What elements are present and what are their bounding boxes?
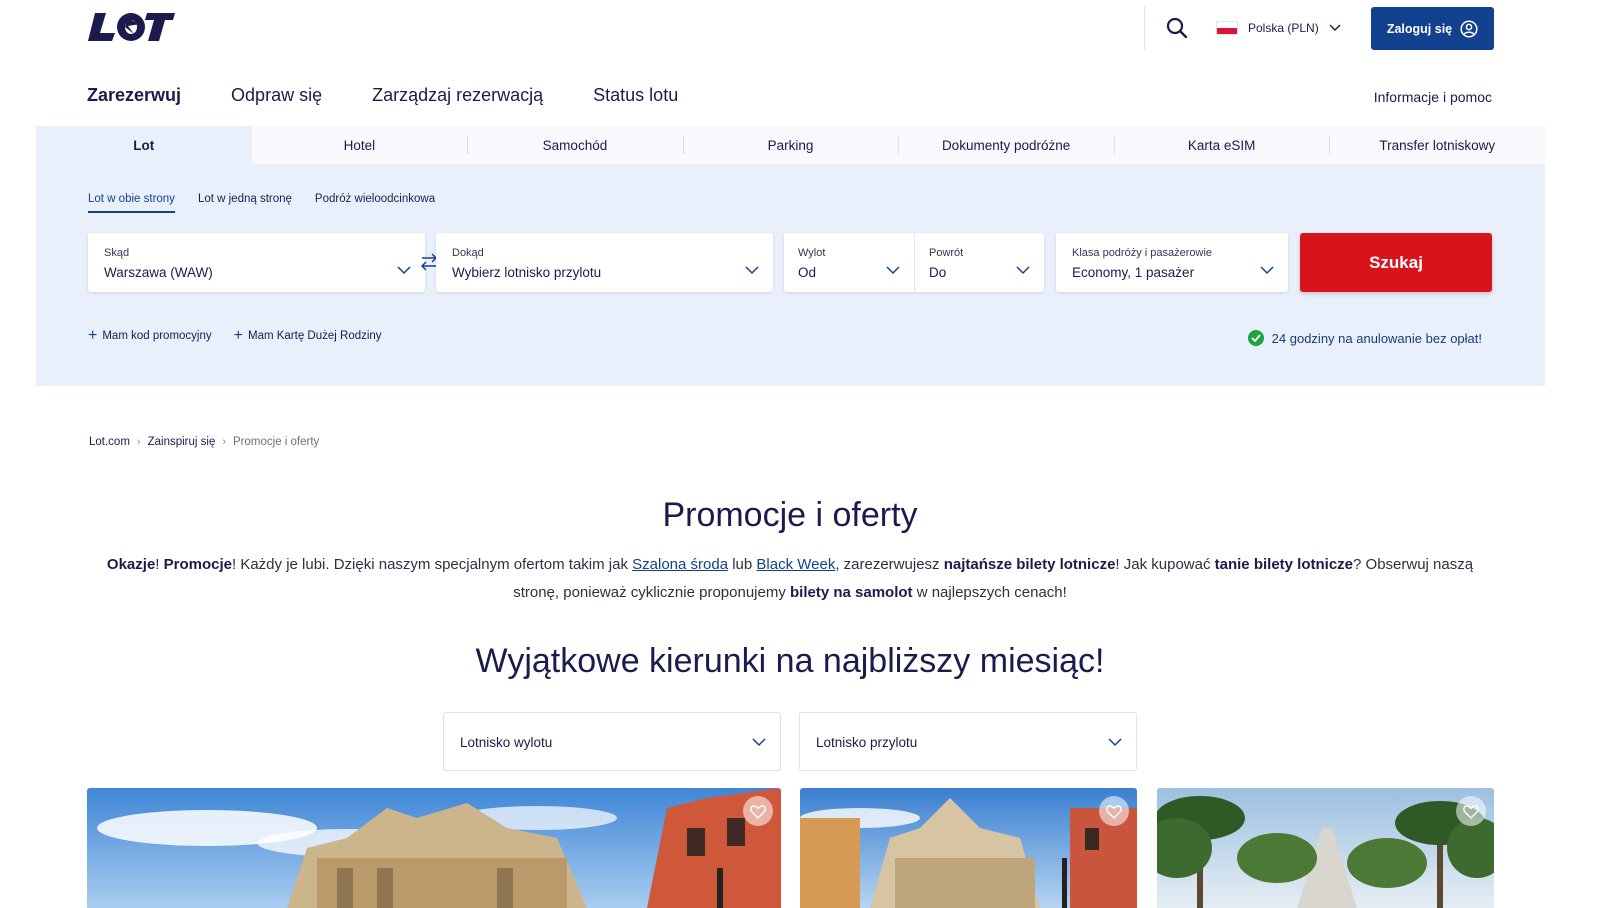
breadcrumb-inspire[interactable]: Zainspiruj się [148,436,216,448]
breadcrumb-chevron-icon: › [222,436,227,448]
login-label: Zaloguj się [1386,21,1453,36]
departure-value: Od [798,265,817,280]
intro-text: Okazje! Promocje! Każdy je lubi. Dzięki … [106,556,1474,601]
breadcrumb-chevron-icon: › [136,436,141,448]
chevron-down-icon [1016,266,1030,275]
favorite-button[interactable] [1456,796,1486,826]
breadcrumb: Lot.com › Zainspiruj się › Promocje i of… [89,436,319,448]
heart-icon [1106,804,1122,819]
heart-icon [750,804,766,819]
promo-code-label: Mam kod promocyjny [102,330,212,342]
nav-item-check-in[interactable]: Odpraw się [231,85,322,106]
departure-date-field[interactable]: Wylot Od [784,233,914,292]
to-value: Wybierz lotnisko przylotu [452,265,602,280]
section-title: Wyjątkowe kierunki na najbliższy miesiąc… [475,642,1105,680]
departure-airport-select[interactable]: Lotnisko wylotu [443,712,781,771]
free-cancellation-text: 24 godziny na anulowanie bez opłat! [1271,330,1482,346]
departure-label: Wylot [798,247,826,259]
check-circle-icon [1247,330,1264,346]
black-week-link[interactable]: Black Week [756,556,835,573]
chevron-down-icon [1260,266,1274,275]
destination-card[interactable] [1157,788,1494,908]
nav-item-manage-booking[interactable]: Zarządzaj rezerwacją [372,85,543,106]
destination-image [1157,788,1494,908]
from-field[interactable]: Skąd Warszawa (WAW) [88,233,425,292]
plus-icon: + [88,327,98,344]
chevron-down-icon [886,266,900,275]
destination-image [800,788,1137,908]
search-icon [1166,17,1188,39]
header-divider [1144,6,1145,50]
favorite-button[interactable] [1099,796,1129,826]
tab-car[interactable]: Samochód [467,126,683,164]
language-selector[interactable]: Polska (PLN) [1216,18,1341,38]
tab-esim[interactable]: Karta eSIM [1113,126,1330,164]
to-field[interactable]: Dokąd Wybierz lotnisko przylotu [436,233,773,292]
destination-card[interactable] [87,788,781,908]
lot-logo-mark [88,13,175,41]
chevron-down-icon [745,266,759,275]
chevron-down-icon [1108,738,1122,747]
return-date-field[interactable]: Powrót Do [914,233,1044,292]
lot-logo[interactable] [87,12,175,42]
tab-travel-documents[interactable]: Dokumenty podróżne [898,126,1114,164]
booking-extras: + Mam kod promocyjny + Mam Kartę Dużej R… [88,327,382,344]
poland-flag-icon [1216,21,1238,35]
nav-item-book[interactable]: Zarezerwuj [87,85,181,106]
chevron-down-icon [752,738,766,747]
from-value: Warszawa (WAW) [104,265,213,280]
trip-type-selector: Lot w obie strony Lot w jedną stronę Pod… [88,193,435,213]
tab-hotel[interactable]: Hotel [252,126,468,164]
tab-airport-transfer[interactable]: Transfer lotniskowy [1329,126,1545,164]
free-cancellation-note: 24 godziny na anulowanie bez opłat! [1247,330,1482,346]
class-passengers-field[interactable]: Klasa podróży i pasażerowie Economy, 1 p… [1056,233,1288,292]
plus-icon: + [233,327,243,344]
heart-icon [1463,804,1479,819]
trip-type-one-way[interactable]: Lot w jedną stronę [198,193,292,213]
login-button[interactable]: Zaloguj się [1371,7,1494,50]
departure-airport-value: Lotnisko wylotu [460,735,553,750]
date-fields: Wylot Od Powrót Do [784,233,1044,292]
search-button[interactable] [1164,15,1190,41]
main-nav: Zarezerwuj Odpraw się Zarządzaj rezerwac… [87,85,678,106]
trip-type-multi-city[interactable]: Podróż wieloodcinkowa [315,193,435,213]
chevron-down-icon [397,266,411,275]
booking-panel: Lot Hotel Samochód Parking Dokumenty pod… [36,126,1545,386]
page-title: Promocje i oferty [662,496,918,534]
return-label: Powrót [929,247,964,259]
breadcrumb-home[interactable]: Lot.com [89,436,130,448]
user-icon [1460,19,1478,38]
family-card-link[interactable]: + Mam Kartę Dużej Rodziny [233,327,382,344]
family-card-label: Mam Kartę Dużej Rodziny [247,330,382,342]
search-flights-button[interactable]: Szukaj [1300,233,1492,292]
nav-item-flight-status[interactable]: Status lotu [593,85,678,106]
language-label: Polska (PLN) [1248,21,1319,35]
favorite-button[interactable] [743,796,773,826]
class-label: Klasa podróży i pasażerowie [1072,247,1213,259]
destination-card[interactable] [800,788,1137,908]
from-label: Skąd [104,247,130,259]
destination-image [87,788,781,908]
tab-parking[interactable]: Parking [682,126,899,164]
trip-type-round-trip[interactable]: Lot w obie strony [88,193,175,213]
return-value: Do [929,265,947,280]
arrival-airport-value: Lotnisko przylotu [816,735,918,750]
promo-code-link[interactable]: + Mam kod promocyjny [88,327,212,344]
help-link[interactable]: Informacje i pomoc [1374,89,1492,105]
to-label: Dokąd [452,247,484,259]
tab-flight[interactable]: Lot [36,126,252,164]
arrival-airport-select[interactable]: Lotnisko przylotu [799,712,1137,771]
crazy-wednesday-link[interactable]: Szalona środa [632,556,728,573]
breadcrumb-current: Promocje i oferty [233,436,320,448]
class-value: Economy, 1 pasażer [1072,265,1195,280]
booking-tabs: Lot Hotel Samochód Parking Dokumenty pod… [36,126,1545,164]
chevron-down-icon [1329,24,1341,31]
